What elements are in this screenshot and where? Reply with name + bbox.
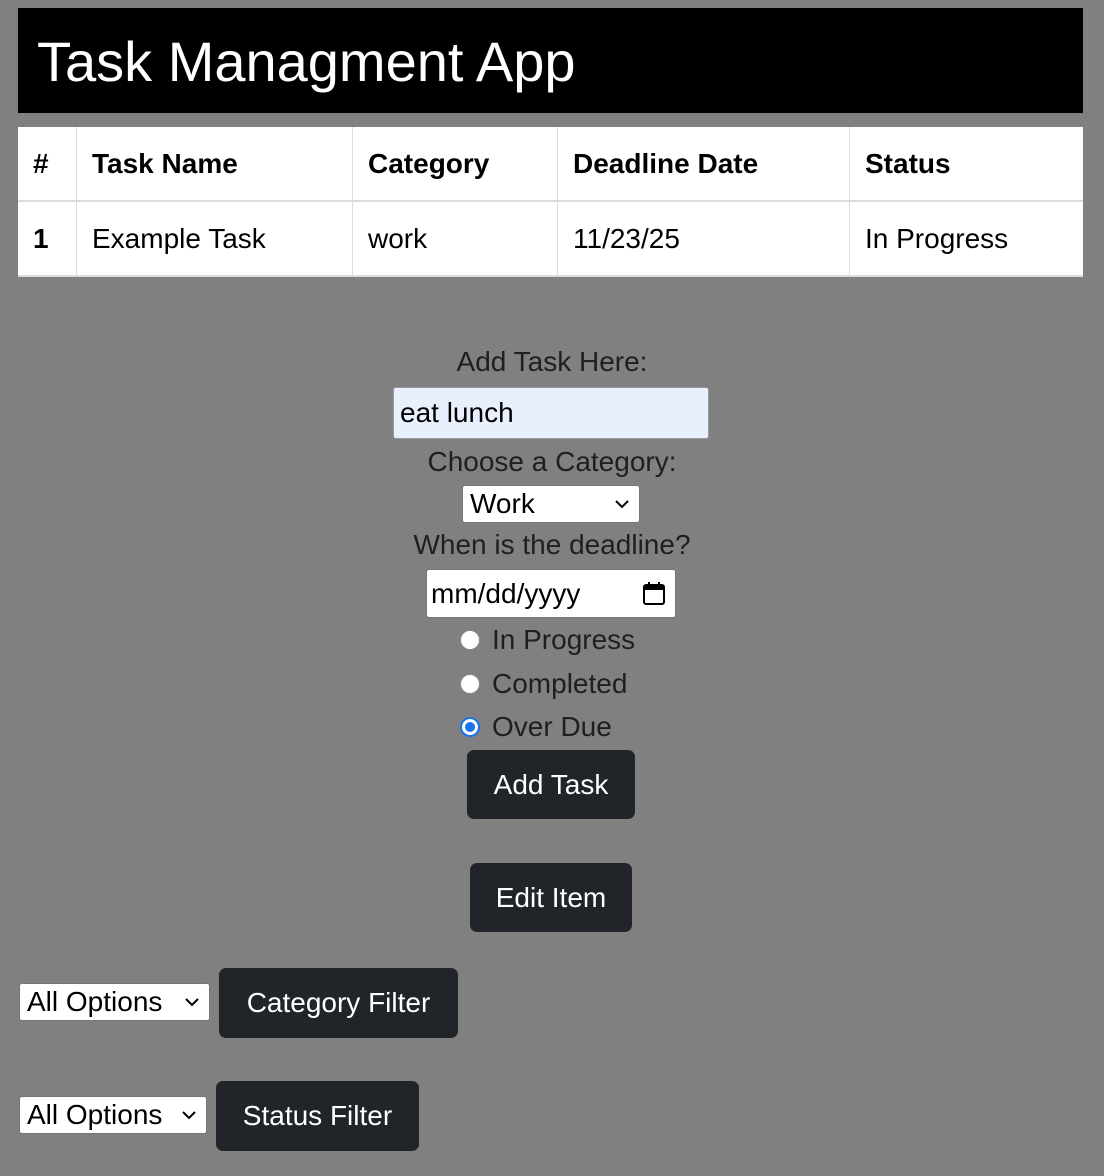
task-table: # Task Name Category Deadline Date Statu… (18, 127, 1083, 277)
status-filter-button[interactable]: Status Filter (216, 1081, 419, 1151)
app-title: Task Managment App (37, 30, 576, 93)
category-filter-value: All Options (27, 986, 163, 1017)
column-header-deadline-date: Deadline Date (557, 127, 850, 202)
cell-task-name: Example Task (76, 201, 353, 277)
column-header-status: Status (849, 127, 1083, 202)
task-input-label: Add Task Here: (456, 346, 648, 377)
column-header-task-name: Task Name (76, 127, 353, 202)
cell-deadline-date: 11/23/25 (557, 201, 850, 277)
status-filter-value: All Options (27, 1099, 163, 1130)
task-name-value: eat lunch (400, 397, 514, 428)
category-select[interactable]: Work (462, 485, 640, 523)
radio-over-due[interactable] (460, 717, 480, 737)
add-task-button[interactable]: Add Task (467, 750, 635, 819)
column-header-number: # (18, 127, 77, 202)
status-option-over-due[interactable]: Over Due (460, 711, 612, 743)
cell-number: 1 (18, 201, 77, 277)
category-select-label: Choose a Category: (427, 446, 677, 477)
status-filter-select[interactable]: All Options (19, 1096, 207, 1134)
app-header: Task Managment App (18, 8, 1083, 113)
table-row: 1 Example Task work 11/23/25 In Progress (18, 201, 1083, 277)
calendar-icon[interactable] (641, 581, 667, 607)
status-option-completed[interactable]: Completed (460, 668, 627, 700)
status-option-label: Over Due (492, 711, 612, 742)
deadline-label: When is the deadline? (413, 529, 691, 560)
category-filter-button[interactable]: Category Filter (219, 968, 458, 1038)
chevron-down-icon (182, 1111, 196, 1120)
edit-item-button[interactable]: Edit Item (470, 863, 632, 932)
cell-category: work (352, 201, 558, 277)
status-option-in-progress[interactable]: In Progress (460, 624, 635, 656)
status-option-label: Completed (492, 668, 628, 699)
task-name-input[interactable]: eat lunch (393, 387, 709, 439)
chevron-down-icon (185, 998, 199, 1007)
category-select-value: Work (470, 488, 535, 519)
deadline-date-input[interactable]: mm/dd/yyyy (426, 569, 676, 618)
deadline-date-placeholder: mm/dd/yyyy (431, 577, 581, 609)
status-option-label: In Progress (492, 624, 636, 655)
chevron-down-icon (615, 500, 629, 509)
table-header-row: # Task Name Category Deadline Date Statu… (18, 127, 1083, 202)
category-filter-select[interactable]: All Options (19, 983, 210, 1021)
column-header-category: Category (352, 127, 558, 202)
cell-status: In Progress (849, 201, 1083, 277)
radio-completed[interactable] (460, 674, 480, 694)
radio-in-progress[interactable] (460, 630, 480, 650)
